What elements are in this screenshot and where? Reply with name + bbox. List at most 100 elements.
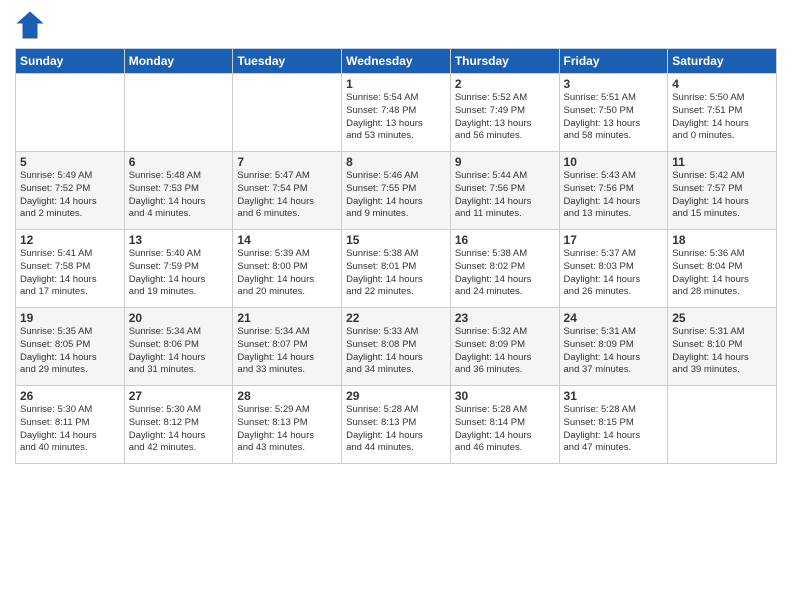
calendar-day-cell: 26Sunrise: 5:30 AM Sunset: 8:11 PM Dayli… [16,386,125,464]
calendar-day-cell: 21Sunrise: 5:34 AM Sunset: 8:07 PM Dayli… [233,308,342,386]
calendar-week-row: 1Sunrise: 5:54 AM Sunset: 7:48 PM Daylig… [16,74,777,152]
day-info: Sunrise: 5:48 AM Sunset: 7:53 PM Dayligh… [129,170,229,221]
day-info: Sunrise: 5:44 AM Sunset: 7:56 PM Dayligh… [455,170,555,221]
day-number: 14 [237,233,337,247]
day-number: 9 [455,155,555,169]
calendar-day-cell: 20Sunrise: 5:34 AM Sunset: 8:06 PM Dayli… [124,308,233,386]
day-number: 5 [20,155,120,169]
day-info: Sunrise: 5:31 AM Sunset: 8:10 PM Dayligh… [672,326,772,377]
day-info: Sunrise: 5:28 AM Sunset: 8:13 PM Dayligh… [346,404,446,455]
calendar-day-cell: 15Sunrise: 5:38 AM Sunset: 8:01 PM Dayli… [342,230,451,308]
day-number: 18 [672,233,772,247]
day-info: Sunrise: 5:43 AM Sunset: 7:56 PM Dayligh… [564,170,664,221]
day-info: Sunrise: 5:38 AM Sunset: 8:01 PM Dayligh… [346,248,446,299]
day-info: Sunrise: 5:46 AM Sunset: 7:55 PM Dayligh… [346,170,446,221]
day-number: 22 [346,311,446,325]
calendar-day-cell: 3Sunrise: 5:51 AM Sunset: 7:50 PM Daylig… [559,74,668,152]
calendar-day-cell: 2Sunrise: 5:52 AM Sunset: 7:49 PM Daylig… [450,74,559,152]
day-info: Sunrise: 5:29 AM Sunset: 8:13 PM Dayligh… [237,404,337,455]
calendar-week-row: 12Sunrise: 5:41 AM Sunset: 7:58 PM Dayli… [16,230,777,308]
calendar-day-cell: 19Sunrise: 5:35 AM Sunset: 8:05 PM Dayli… [16,308,125,386]
day-number: 17 [564,233,664,247]
day-number: 8 [346,155,446,169]
calendar-day-cell: 4Sunrise: 5:50 AM Sunset: 7:51 PM Daylig… [668,74,777,152]
weekday-header-row: SundayMondayTuesdayWednesdayThursdayFrid… [16,49,777,74]
calendar-day-cell: 23Sunrise: 5:32 AM Sunset: 8:09 PM Dayli… [450,308,559,386]
calendar-week-row: 19Sunrise: 5:35 AM Sunset: 8:05 PM Dayli… [16,308,777,386]
calendar-day-cell: 18Sunrise: 5:36 AM Sunset: 8:04 PM Dayli… [668,230,777,308]
weekday-header: Monday [124,49,233,74]
calendar-day-cell: 12Sunrise: 5:41 AM Sunset: 7:58 PM Dayli… [16,230,125,308]
day-number: 2 [455,77,555,91]
calendar-day-cell: 7Sunrise: 5:47 AM Sunset: 7:54 PM Daylig… [233,152,342,230]
day-info: Sunrise: 5:47 AM Sunset: 7:54 PM Dayligh… [237,170,337,221]
calendar-day-cell: 31Sunrise: 5:28 AM Sunset: 8:15 PM Dayli… [559,386,668,464]
calendar-day-cell: 1Sunrise: 5:54 AM Sunset: 7:48 PM Daylig… [342,74,451,152]
calendar-day-cell [16,74,125,152]
day-number: 20 [129,311,229,325]
calendar-day-cell [233,74,342,152]
day-info: Sunrise: 5:34 AM Sunset: 8:06 PM Dayligh… [129,326,229,377]
calendar-day-cell: 9Sunrise: 5:44 AM Sunset: 7:56 PM Daylig… [450,152,559,230]
calendar-day-cell: 22Sunrise: 5:33 AM Sunset: 8:08 PM Dayli… [342,308,451,386]
calendar-week-row: 26Sunrise: 5:30 AM Sunset: 8:11 PM Dayli… [16,386,777,464]
calendar-day-cell: 27Sunrise: 5:30 AM Sunset: 8:12 PM Dayli… [124,386,233,464]
day-info: Sunrise: 5:31 AM Sunset: 8:09 PM Dayligh… [564,326,664,377]
calendar-day-cell: 8Sunrise: 5:46 AM Sunset: 7:55 PM Daylig… [342,152,451,230]
day-info: Sunrise: 5:30 AM Sunset: 8:12 PM Dayligh… [129,404,229,455]
day-number: 13 [129,233,229,247]
day-number: 30 [455,389,555,403]
day-info: Sunrise: 5:52 AM Sunset: 7:49 PM Dayligh… [455,92,555,143]
day-info: Sunrise: 5:37 AM Sunset: 8:03 PM Dayligh… [564,248,664,299]
day-info: Sunrise: 5:35 AM Sunset: 8:05 PM Dayligh… [20,326,120,377]
logo [15,10,49,40]
day-number: 19 [20,311,120,325]
day-number: 23 [455,311,555,325]
weekday-header: Sunday [16,49,125,74]
day-info: Sunrise: 5:32 AM Sunset: 8:09 PM Dayligh… [455,326,555,377]
calendar-day-cell: 13Sunrise: 5:40 AM Sunset: 7:59 PM Dayli… [124,230,233,308]
calendar-week-row: 5Sunrise: 5:49 AM Sunset: 7:52 PM Daylig… [16,152,777,230]
day-info: Sunrise: 5:34 AM Sunset: 8:07 PM Dayligh… [237,326,337,377]
calendar-day-cell: 17Sunrise: 5:37 AM Sunset: 8:03 PM Dayli… [559,230,668,308]
day-number: 4 [672,77,772,91]
day-number: 25 [672,311,772,325]
calendar-day-cell: 14Sunrise: 5:39 AM Sunset: 8:00 PM Dayli… [233,230,342,308]
weekday-header: Thursday [450,49,559,74]
calendar-table: SundayMondayTuesdayWednesdayThursdayFrid… [15,48,777,464]
calendar-day-cell: 25Sunrise: 5:31 AM Sunset: 8:10 PM Dayli… [668,308,777,386]
day-number: 21 [237,311,337,325]
day-number: 7 [237,155,337,169]
day-number: 28 [237,389,337,403]
day-number: 24 [564,311,664,325]
day-info: Sunrise: 5:38 AM Sunset: 8:02 PM Dayligh… [455,248,555,299]
day-info: Sunrise: 5:28 AM Sunset: 8:15 PM Dayligh… [564,404,664,455]
day-info: Sunrise: 5:30 AM Sunset: 8:11 PM Dayligh… [20,404,120,455]
day-info: Sunrise: 5:41 AM Sunset: 7:58 PM Dayligh… [20,248,120,299]
calendar-day-cell: 10Sunrise: 5:43 AM Sunset: 7:56 PM Dayli… [559,152,668,230]
day-info: Sunrise: 5:42 AM Sunset: 7:57 PM Dayligh… [672,170,772,221]
day-info: Sunrise: 5:33 AM Sunset: 8:08 PM Dayligh… [346,326,446,377]
day-info: Sunrise: 5:51 AM Sunset: 7:50 PM Dayligh… [564,92,664,143]
weekday-header: Wednesday [342,49,451,74]
calendar-day-cell: 29Sunrise: 5:28 AM Sunset: 8:13 PM Dayli… [342,386,451,464]
page-container: SundayMondayTuesdayWednesdayThursdayFrid… [0,0,792,469]
calendar-day-cell [668,386,777,464]
day-number: 12 [20,233,120,247]
calendar-day-cell: 11Sunrise: 5:42 AM Sunset: 7:57 PM Dayli… [668,152,777,230]
day-info: Sunrise: 5:54 AM Sunset: 7:48 PM Dayligh… [346,92,446,143]
day-number: 27 [129,389,229,403]
day-info: Sunrise: 5:28 AM Sunset: 8:14 PM Dayligh… [455,404,555,455]
day-info: Sunrise: 5:50 AM Sunset: 7:51 PM Dayligh… [672,92,772,143]
calendar-day-cell: 24Sunrise: 5:31 AM Sunset: 8:09 PM Dayli… [559,308,668,386]
day-number: 29 [346,389,446,403]
day-number: 11 [672,155,772,169]
day-info: Sunrise: 5:49 AM Sunset: 7:52 PM Dayligh… [20,170,120,221]
day-number: 31 [564,389,664,403]
day-number: 1 [346,77,446,91]
calendar-day-cell: 5Sunrise: 5:49 AM Sunset: 7:52 PM Daylig… [16,152,125,230]
day-number: 15 [346,233,446,247]
weekday-header: Friday [559,49,668,74]
day-number: 6 [129,155,229,169]
calendar-day-cell: 16Sunrise: 5:38 AM Sunset: 8:02 PM Dayli… [450,230,559,308]
